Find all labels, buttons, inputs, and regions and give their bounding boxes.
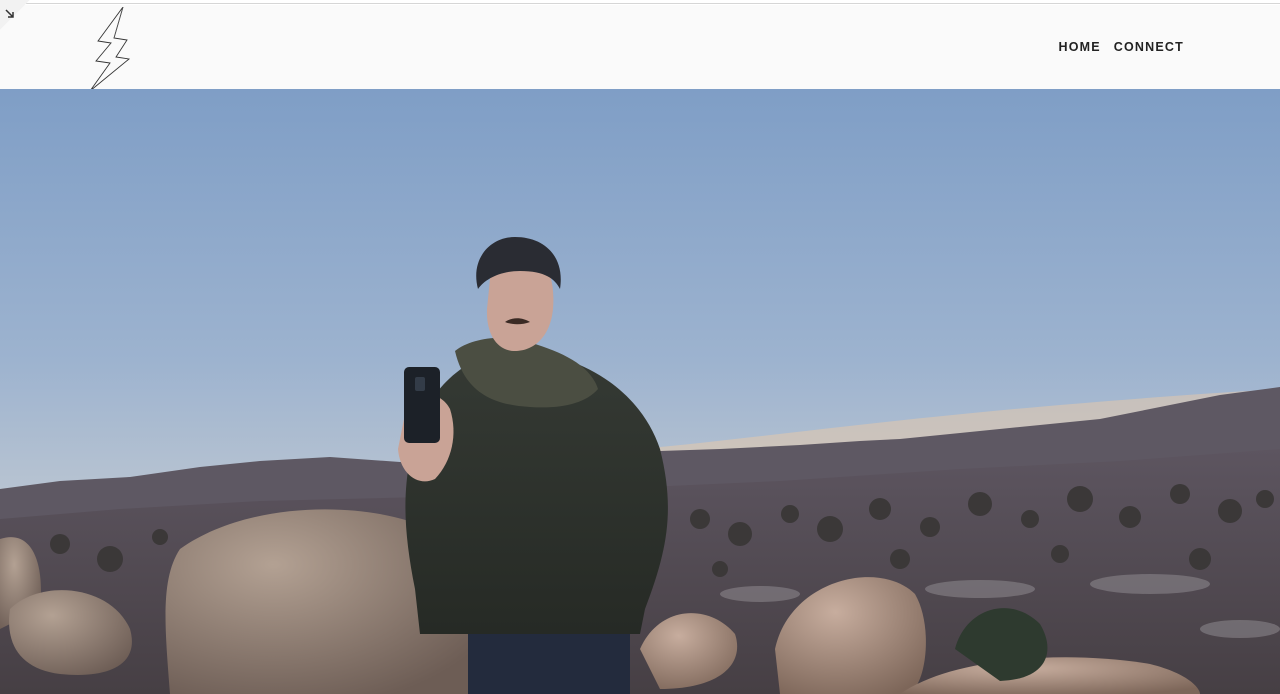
page: HOME CONNECT bbox=[0, 0, 1280, 694]
desert-portrait-photo bbox=[0, 89, 1280, 694]
hero-image bbox=[0, 89, 1280, 694]
nav-connect-link[interactable]: CONNECT bbox=[1114, 40, 1184, 54]
site-header: HOME CONNECT bbox=[0, 5, 1280, 92]
lightning-bolt-icon bbox=[89, 6, 131, 92]
nav-home-link[interactable]: HOME bbox=[1058, 40, 1100, 54]
corner-tab[interactable] bbox=[0, 0, 30, 30]
expand-arrow-icon bbox=[5, 9, 14, 18]
main-nav: HOME CONNECT bbox=[1058, 40, 1184, 54]
top-rule bbox=[0, 0, 1280, 4]
site-logo[interactable] bbox=[86, 6, 134, 92]
